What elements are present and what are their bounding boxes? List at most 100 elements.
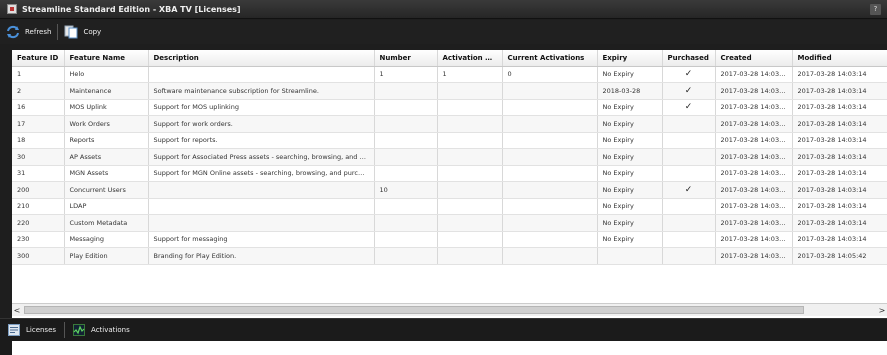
table-row[interactable]: 18 Reports Support for reports. No Expiry 20… [12, 132, 887, 149]
table-cell [437, 247, 503, 265]
scroll-left-button[interactable]: < [12, 305, 22, 316]
table-row[interactable]: 300 Play Edition Branding for Play Edition… [12, 247, 887, 265]
table-cell: 2017-03-28 14:03:14 [792, 82, 887, 100]
table-cell: LDAP [64, 198, 149, 215]
table-cell: 2017-03-28 14:03:14 [715, 66, 793, 83]
table-cell: 2017-03-28 14:03:14 [715, 115, 793, 133]
table-cell [437, 198, 503, 215]
table-cell [502, 165, 598, 182]
scroll-thumb[interactable] [24, 306, 804, 314]
column-header[interactable]: Activation Limit [437, 50, 503, 67]
table-cell [437, 165, 503, 182]
table-cell: Support for work orders. [148, 115, 375, 133]
table-cell [597, 247, 663, 265]
licenses-icon [8, 324, 20, 336]
table-cell [437, 214, 503, 232]
table-cell: Helo [64, 66, 149, 83]
licenses-table: Feature ID Feature Name Description Number A… [12, 50, 887, 265]
table-cell: 300 [12, 247, 65, 265]
table-cell: 31 [12, 165, 65, 182]
table-cell: 2017-03-28 14:03:14 [792, 198, 887, 215]
table-cell: Reports [64, 132, 149, 149]
column-header[interactable]: Created [715, 50, 793, 67]
purchased-check-cell: ✓ [662, 82, 716, 100]
purchased-check-cell [662, 165, 716, 182]
table-cell [502, 148, 598, 166]
table-cell [374, 231, 438, 248]
table-cell: Support for reports. [148, 132, 375, 149]
refresh-icon [6, 25, 20, 39]
table-row[interactable]: 1 Helo 1 1 0 No Expiry ✓ 2017-03-28 14:03:14 201… [12, 66, 887, 83]
table-cell [502, 214, 598, 232]
table-cell: No Expiry [597, 148, 663, 166]
table-row[interactable]: 17 Work Orders Support for work orders. No … [12, 115, 887, 133]
purchased-check-cell [662, 247, 716, 265]
tab-activations[interactable]: Activations [65, 319, 138, 342]
table-cell [437, 231, 503, 248]
tab-licenses[interactable]: Licenses [0, 319, 64, 342]
table-cell: Custom Metadata [64, 214, 149, 232]
column-header[interactable]: Number [374, 50, 438, 67]
table-cell: No Expiry [597, 181, 663, 199]
table-cell: 2017-03-28 14:03:14 [715, 165, 793, 182]
table-cell [437, 132, 503, 149]
table-row[interactable]: 220 Custom Metadata No Expiry 2017-03-28 14… [12, 214, 887, 232]
column-header[interactable]: Expiry [597, 50, 663, 67]
table-row[interactable]: 30 AP Assets Support for Associated Press … [12, 148, 887, 166]
help-button[interactable]: ? [870, 4, 881, 15]
table-cell: 2017-03-28 14:03:14 [792, 214, 887, 232]
scroll-right-button[interactable]: > [877, 306, 887, 315]
table-row[interactable]: 16 MOS Uplink Support for MOS uplinking No … [12, 99, 887, 116]
tab-activations-label: Activations [91, 326, 130, 334]
table-cell: 2 [12, 82, 65, 100]
copy-button[interactable]: Copy [58, 22, 107, 42]
table-cell: 17 [12, 115, 65, 133]
refresh-button[interactable]: Refresh [0, 22, 57, 42]
column-header[interactable]: Feature Name [64, 50, 149, 67]
purchased-check-cell [662, 198, 716, 215]
table-cell [502, 181, 598, 199]
table-cell: 2017-03-28 14:03:14 [715, 82, 793, 100]
table-cell [374, 198, 438, 215]
table-cell: No Expiry [597, 66, 663, 83]
table-cell [374, 247, 438, 265]
purchased-check-cell: ✓ [662, 66, 716, 83]
horizontal-scrollbar[interactable]: < > [12, 303, 887, 316]
refresh-label: Refresh [25, 28, 52, 36]
column-header[interactable]: Feature ID [12, 50, 65, 67]
column-header[interactable]: Modified [792, 50, 887, 67]
purchased-check-cell: ✓ [662, 181, 716, 199]
table-row[interactable]: 200 Concurrent Users 10 No Expiry ✓ 2017-03-2… [12, 181, 887, 199]
table-cell: Branding for Play Edition. [148, 247, 375, 265]
table-cell [502, 198, 598, 215]
purchased-check-cell [662, 115, 716, 133]
table-cell: 2017-03-28 14:03:14 [792, 165, 887, 182]
table-row[interactable]: 210 LDAP No Expiry 2017-03-28 14:03:14 2017-… [12, 198, 887, 215]
table-cell: 2017-03-28 14:03:14 [715, 231, 793, 248]
table-cell [148, 181, 375, 199]
table-cell: No Expiry [597, 231, 663, 248]
table-cell [374, 82, 438, 100]
table-cell: Support for MOS uplinking [148, 99, 375, 116]
table-cell: Support for MGN Online assets - searchin… [148, 165, 375, 182]
toolbar: Refresh Copy [0, 20, 887, 44]
table-cell: No Expiry [597, 214, 663, 232]
purchased-check-cell [662, 214, 716, 232]
table-cell: 2017-03-28 14:03:14 [715, 132, 793, 149]
table-body: 1 Helo 1 1 0 No Expiry ✓ 2017-03-28 14:03:14 201… [12, 66, 887, 265]
table-cell: 1 [437, 66, 503, 83]
column-header[interactable]: Description [148, 50, 375, 67]
table-cell: Maintenance [64, 82, 149, 100]
table-cell [437, 148, 503, 166]
table-row[interactable]: 31 MGN Assets Support for MGN Online asset… [12, 165, 887, 182]
table-row[interactable]: 230 Messaging Support for messaging No Expi… [12, 231, 887, 248]
column-header[interactable]: Current Activations [502, 50, 598, 67]
tab-licenses-label: Licenses [26, 326, 57, 334]
window-title: Streamline Standard Edition - XBA TV [Li… [22, 4, 241, 14]
table-row[interactable]: 2 Maintenance Software maintenance subscri… [12, 82, 887, 100]
table-cell: 220 [12, 214, 65, 232]
table-cell [374, 214, 438, 232]
table-cell [437, 99, 503, 116]
table-cell: 2017-03-28 14:03:14 [792, 99, 887, 116]
column-header[interactable]: Purchased [662, 50, 716, 67]
